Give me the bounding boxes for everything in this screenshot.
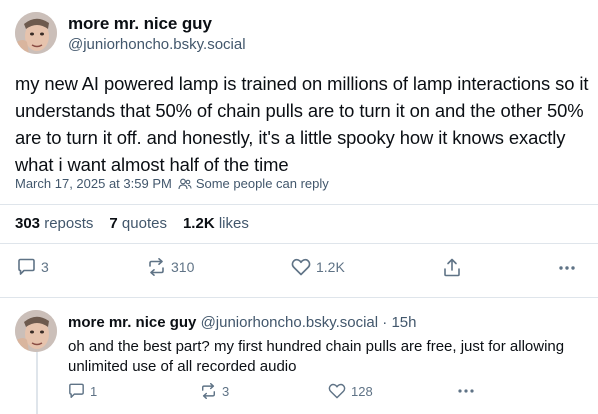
like-count: 1.2K [316,259,345,275]
quotes-count: 7 [109,215,118,232]
reply-header: more mr. nice guy @juniorhoncho.bsky.soc… [68,314,416,331]
author-name[interactable]: more mr. nice guy [68,14,212,34]
reply-author-name[interactable]: more mr. nice guy [68,314,196,331]
reply-setting[interactable]: Some people can reply [196,176,329,191]
divider [0,204,598,205]
divider [0,243,598,244]
avatar[interactable] [15,12,57,54]
ellipsis-icon [559,266,575,270]
like-button[interactable]: 1.2K [291,258,345,276]
reply-button[interactable]: 1 [68,383,97,399]
author-handle[interactable]: @juniorhoncho.bsky.social [68,36,246,53]
likes-stat[interactable]: 1.2K likes [183,215,249,232]
main-post: more mr. nice guy @juniorhoncho.bsky.soc… [0,0,598,297]
repost-icon [149,258,164,276]
avatar[interactable] [15,310,57,352]
reply-count: 1 [90,383,98,399]
post-timestamp[interactable]: March 17, 2025 at 3:59 PM [15,176,172,191]
more-options-button[interactable] [557,260,582,276]
thread-line [36,350,38,414]
reposts-count: 303 [15,215,41,232]
heart-icon [291,258,311,276]
people-icon [178,178,192,190]
repost-icon [202,383,215,399]
repost-button[interactable]: 310 [147,258,194,276]
reposts-label: reposts [44,215,94,232]
quotes-label: quotes [121,215,167,232]
share-button[interactable] [443,258,466,277]
more-options-button[interactable] [456,383,481,399]
reply-author-handle[interactable]: @juniorhoncho.bsky.social [201,314,379,331]
repost-button[interactable]: 3 [200,383,229,399]
speech-bubble-icon [18,258,35,275]
reply-post[interactable]: more mr. nice guy @juniorhoncho.bsky.soc… [0,298,598,414]
reply-button[interactable]: 3 [17,258,49,276]
post-stats: 303 reposts 7 quotes 1.2K likes [15,215,265,232]
reply-count: 3 [41,259,49,275]
reply-age: · 15h [382,314,417,331]
like-button[interactable]: 128 [328,383,373,399]
like-count: 128 [351,383,373,399]
heart-icon [328,383,346,399]
reply-actions: 1 3 128 [68,383,478,403]
repost-count: 310 [171,259,195,275]
post-text: my new AI powered lamp is trained on mil… [15,73,589,175]
ellipsis-icon [458,389,474,393]
reposts-stat[interactable]: 303 reposts [15,215,93,232]
speech-bubble-icon [69,383,84,398]
likes-count: 1.2K [182,215,215,232]
reply-text: oh and the best part? my first hundred c… [68,338,565,375]
likes-label: likes [218,215,249,232]
post-meta: March 17, 2025 at 3:59 PM Some people ca… [15,176,329,191]
repost-count: 3 [222,383,230,399]
share-icon [444,258,460,277]
post-actions: 3 310 1.2K [15,258,590,280]
quotes-stat[interactable]: 7 quotes [109,215,167,232]
